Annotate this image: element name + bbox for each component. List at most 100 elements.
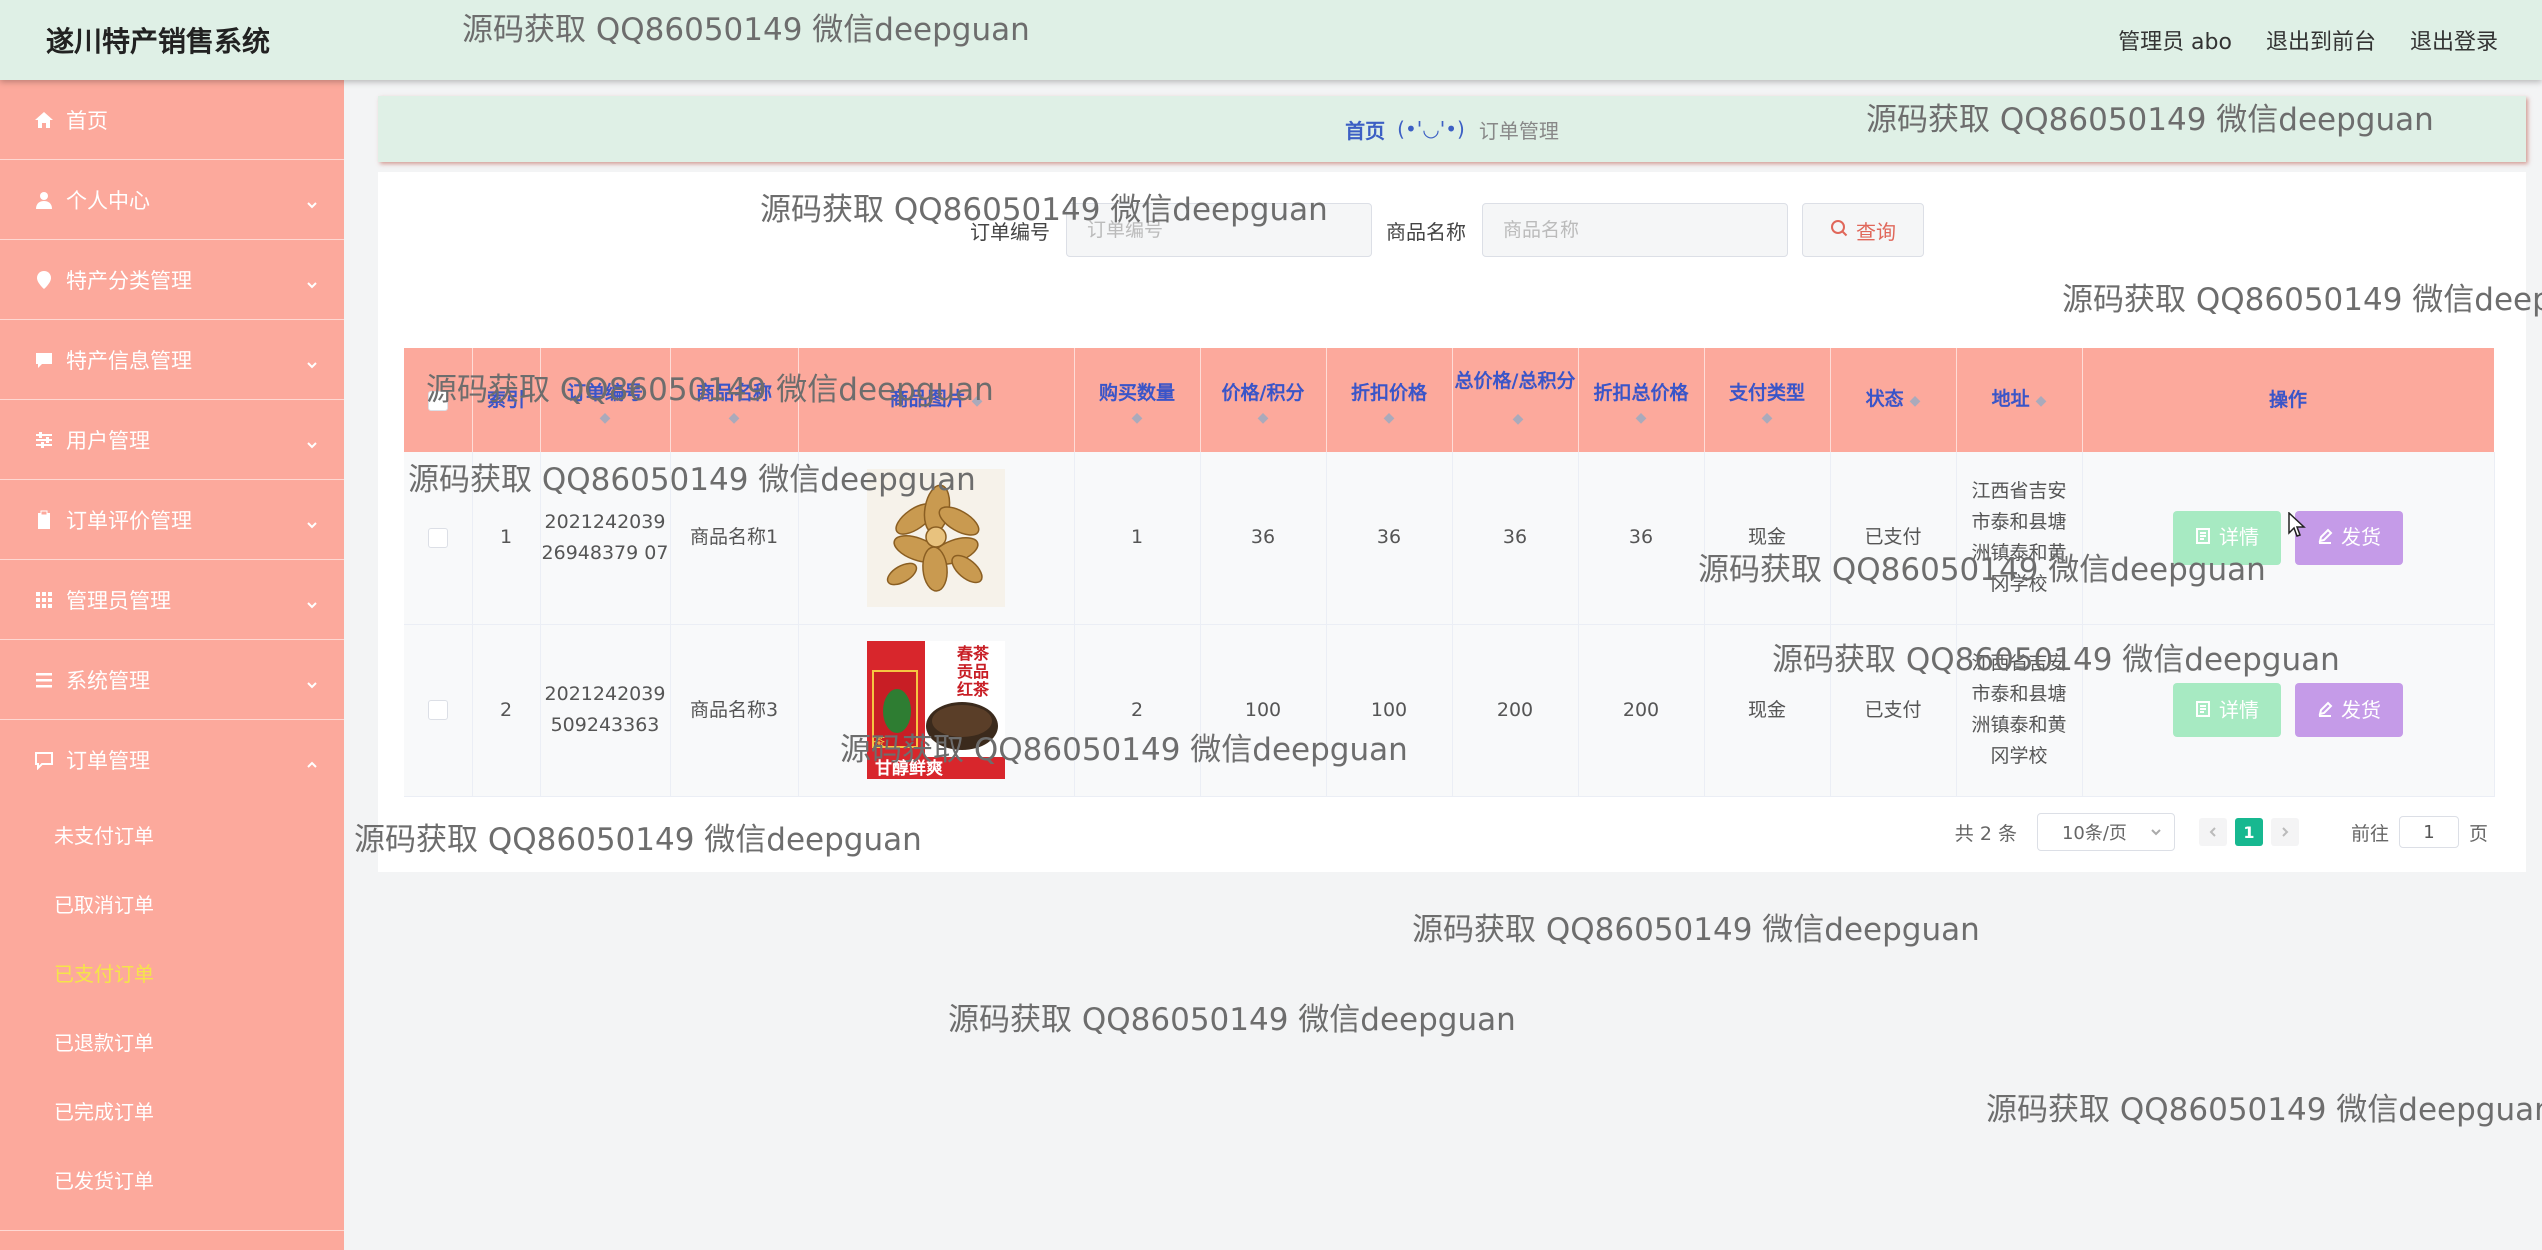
cell-product-image — [798, 452, 1075, 624]
col-header-pay-type[interactable]: 支付类型 ◆ — [1704, 348, 1831, 452]
sort-icon: ◆ — [1635, 410, 1647, 426]
sort-icon: ◆ — [1909, 393, 1921, 409]
query-button-label: 查询 — [1856, 219, 1896, 244]
breadcrumb-home[interactable]: 首页 — [1345, 115, 1385, 144]
order-no-input[interactable] — [1066, 203, 1372, 257]
mouse-cursor-icon — [2288, 512, 2306, 537]
cell-total-price: 200 — [1452, 624, 1579, 796]
cell-order-no: 202124203926948379 07 — [540, 452, 671, 624]
product-name-label: 商品名称 — [1386, 219, 1466, 244]
sort-icon: ◆ — [1761, 410, 1773, 426]
sidebar-item-order-review-mgmt[interactable]: 订单评价管理 — [0, 480, 344, 560]
chat-bubble-icon — [34, 350, 54, 370]
breadcrumb-current: 订单管理 — [1478, 118, 1559, 143]
product-image[interactable] — [867, 468, 1005, 607]
prev-page-button[interactable] — [2198, 818, 2227, 846]
admin-user-label[interactable]: 管理员 abo — [2118, 24, 2232, 56]
sort-icon: ◆ — [1383, 410, 1395, 426]
cell-quantity: 2 — [1074, 624, 1201, 796]
page-size-select[interactable]: 10条/页 — [2036, 813, 2175, 851]
sidebar-item-home[interactable]: 首页 — [0, 80, 344, 160]
logout-link[interactable]: 退出登录 — [2410, 24, 2498, 56]
ship-button[interactable]: 发货 — [2295, 683, 2403, 737]
col-header-discount-price[interactable]: 折扣价格 ◆ — [1326, 348, 1453, 452]
col-header-order-no[interactable]: 订单编号 ◆ — [540, 348, 671, 452]
search-form: 订单编号 商品名称 查询 — [970, 202, 1924, 258]
cell-status: 已支付 — [1830, 624, 1957, 796]
chevron-down-icon — [306, 432, 318, 449]
svg-text:甘醇鲜爽: 甘醇鲜爽 — [875, 758, 943, 779]
cell-address: 江西省吉安市泰和县塘洲镇泰和黄冈学校 — [1956, 624, 2083, 796]
col-header-total-price[interactable]: 总价格/总积分◆ — [1452, 348, 1579, 452]
submenu-paid-orders[interactable]: 已支付订单 — [0, 938, 344, 1007]
cell-product-name: 商品名称3 — [670, 624, 799, 796]
pagination: 共 2 条 10条/页 1 前往 页 — [1955, 812, 2488, 852]
table-header-row: 索引 订单编号 ◆ 商品名称 ◆ 商品图片 ◆ 购买数量 ◆ 价格/积分 ◆ 折扣价格 ◆ … — [404, 348, 2495, 452]
cell-quantity: 1 — [1074, 452, 1201, 624]
product-image[interactable]: 茶 春茶 贡品 红茶 甘醇鲜爽 — [867, 641, 1005, 779]
sidebar-item-label: 特产信息管理 — [66, 348, 192, 373]
sidebar-item-product-info-mgmt[interactable]: 特产信息管理 — [0, 320, 344, 400]
sidebar-item-personal-center[interactable]: 个人中心 — [0, 160, 344, 240]
chevron-down-icon — [306, 272, 318, 289]
sidebar-item-order-mgmt[interactable]: 订单管理 — [0, 720, 344, 800]
order-no-label: 订单编号 — [970, 219, 1050, 244]
submenu-shipped-orders[interactable]: 已发货订单 — [0, 1145, 344, 1214]
col-header-actions: 操作 — [2082, 348, 2495, 452]
sidebar-item-label: 订单评价管理 — [66, 508, 192, 533]
col-header-product-name[interactable]: 商品名称 ◆ — [670, 348, 799, 452]
product-name-input[interactable] — [1482, 203, 1788, 257]
row-checkbox[interactable] — [427, 527, 448, 548]
goto-page-input[interactable] — [2398, 816, 2459, 848]
col-header-status[interactable]: 状态 ◆ — [1830, 348, 1957, 452]
col-header-address[interactable]: 地址 ◆ — [1956, 348, 2083, 452]
detail-button[interactable]: 详情 — [2173, 510, 2281, 565]
submenu-completed-orders[interactable]: 已完成订单 — [0, 1076, 344, 1145]
submenu-refunded-orders[interactable]: 已退款订单 — [0, 1007, 344, 1076]
chevron-down-icon — [306, 672, 318, 689]
cell-discount-price: 100 — [1326, 624, 1453, 796]
sidebar-item-admin-mgmt[interactable]: 管理员管理 — [0, 560, 344, 640]
sidebar-item-system-mgmt[interactable]: 系统管理 — [0, 640, 344, 720]
col-header-price[interactable]: 价格/积分 ◆ — [1200, 348, 1327, 452]
sidebar-item-label: 管理员管理 — [66, 588, 171, 613]
next-page-button[interactable] — [2270, 818, 2299, 846]
select-all-checkbox[interactable] — [427, 390, 448, 411]
submenu-unpaid-orders[interactable]: 未支付订单 — [0, 800, 344, 869]
sidebar-item-label: 订单管理 — [66, 749, 150, 773]
clipboard-icon — [34, 510, 54, 530]
cell-total-price: 36 — [1452, 452, 1579, 624]
col-header-index[interactable]: 索引 — [472, 348, 541, 452]
back-to-front-link[interactable]: 退出到前台 — [2266, 24, 2376, 56]
col-header-discount-total[interactable]: 折扣总价格 ◆ — [1578, 348, 1705, 452]
col-header-product-image[interactable]: 商品图片 ◆ — [798, 348, 1075, 452]
cell-product-name: 商品名称1 — [670, 452, 799, 624]
cell-pay-type: 现金 — [1704, 624, 1831, 796]
breadcrumb: 首页 (•'◡'•) 订单管理 — [378, 96, 2526, 162]
sidebar-item-user-mgmt[interactable]: 用户管理 — [0, 400, 344, 480]
document-icon — [2195, 522, 2211, 553]
sort-icon: ◆ — [971, 393, 983, 409]
col-header-quantity[interactable]: 购买数量 ◆ — [1074, 348, 1201, 452]
query-button[interactable]: 查询 — [1802, 203, 1924, 257]
cell-actions: 详情 发货 — [2082, 452, 2495, 624]
ship-button[interactable]: 发货 — [2295, 510, 2403, 565]
page-number-current[interactable]: 1 — [2234, 818, 2263, 846]
sidebar-item-category-mgmt[interactable]: 特产分类管理 — [0, 240, 344, 320]
chevron-up-icon — [306, 752, 318, 768]
location-pin-icon — [34, 270, 54, 290]
breadcrumb-separator: (•'◡'•) — [1397, 117, 1465, 141]
menu-icon — [34, 670, 54, 690]
row-checkbox[interactable] — [427, 700, 448, 720]
detail-button[interactable]: 详情 — [2173, 683, 2281, 737]
cell-price: 100 — [1200, 624, 1327, 796]
cell-index: 2 — [472, 624, 541, 796]
sort-icon: ◆ — [2035, 393, 2047, 409]
app-title: 遂川特产销售系统 — [46, 25, 271, 58]
chevron-down-icon — [2150, 822, 2162, 843]
submenu-cancelled-orders[interactable]: 已取消订单 — [0, 869, 344, 938]
sort-icon: ◆ — [1512, 411, 1524, 427]
sidebar-item-label: 个人中心 — [66, 188, 150, 213]
watermark: 源码获取 QQ86050149 微信deepguan — [948, 1002, 1516, 1038]
message-icon — [34, 750, 54, 770]
